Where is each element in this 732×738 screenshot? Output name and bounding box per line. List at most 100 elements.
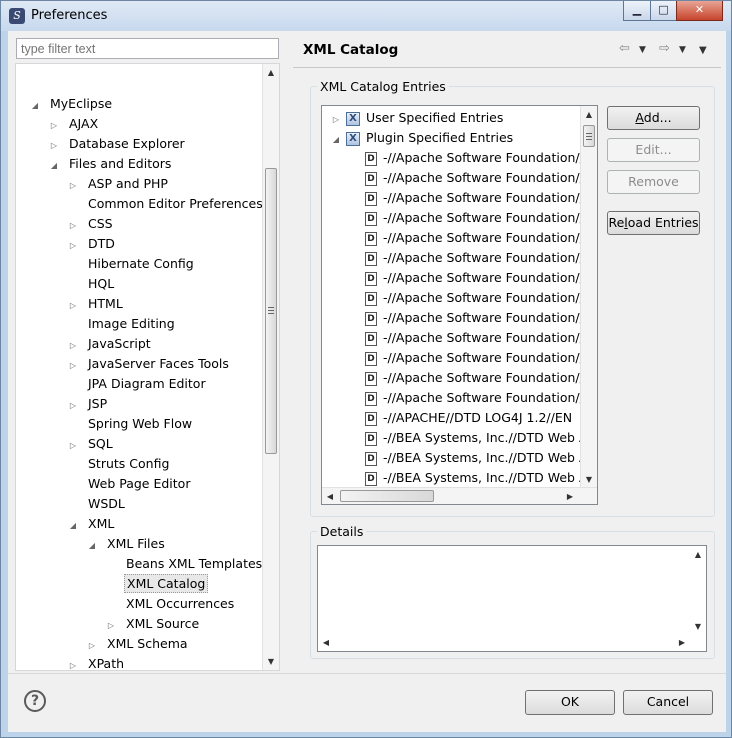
tree-item[interactable]: ▷ JavaScript	[67, 334, 153, 354]
tree-item[interactable]: Spring Web Flow	[67, 414, 194, 434]
cancel-button[interactable]: Cancel	[623, 690, 713, 715]
collapsed-arrow-icon[interactable]: ▷	[67, 396, 79, 416]
add-button[interactable]: Add...	[607, 106, 700, 130]
scroll-down-icon[interactable]: ▼	[581, 471, 597, 488]
catalog-entry[interactable]: D -//Apache Software Foundation//D	[365, 288, 593, 308]
collapsed-arrow-icon[interactable]: ▷	[330, 110, 342, 130]
collapsed-arrow-icon[interactable]: ▷	[67, 656, 79, 670]
collapsed-arrow-icon[interactable]: ▷	[67, 176, 79, 196]
catalog-entry[interactable]: D -//Apache Software Foundation//D	[365, 248, 593, 268]
catalog-entry[interactable]: D -//Apache Software Foundation//D	[365, 348, 593, 368]
tree-item[interactable]: ▷ JSP	[67, 394, 109, 414]
collapsed-arrow-icon[interactable]: ▷	[67, 336, 79, 356]
catalog-entry[interactable]: D -//Apache Software Foundation//D	[365, 328, 593, 348]
tree-item[interactable]: ▷ ASP and PHP	[67, 174, 170, 194]
catalog-entry[interactable]: D -//APACHE//DTD LOG4J 1.2//EN	[365, 408, 572, 428]
catalog-vertical-scrollbar[interactable]: ▲ ▼	[580, 106, 597, 488]
tree-item[interactable]: WSDL	[67, 494, 127, 514]
collapsed-arrow-icon[interactable]: ▷	[105, 616, 117, 636]
tree-item[interactable]: Image Editing	[67, 314, 177, 334]
tree-item[interactable]: ▷ XML Schema	[86, 634, 190, 654]
collapsed-arrow-icon[interactable]: ▷	[67, 296, 79, 316]
remove-button[interactable]: Remove	[607, 170, 700, 194]
catalog-entry[interactable]: D -//BEA Systems, Inc.//DTD Web A	[365, 468, 588, 488]
help-icon[interactable]: ?	[24, 690, 46, 712]
catalog-entry[interactable]: D -//BEA Systems, Inc.//DTD Web A	[365, 428, 588, 448]
tree-item[interactable]: ◢ XML	[67, 514, 116, 534]
tree-item[interactable]: ▷ HTML	[67, 294, 125, 314]
scroll-thumb[interactable]	[340, 490, 434, 502]
tree-item[interactable]: ◢ MyEclipse	[29, 94, 114, 114]
tree-vertical-scrollbar[interactable]: ▲ ▼	[262, 64, 279, 670]
preference-tree[interactable]: ◢ MyEclipse ▷ AJAX ▷ Database Explorer ◢ Files …	[15, 63, 280, 671]
catalog-horizontal-scrollbar[interactable]: ◀ ▶	[322, 487, 597, 504]
scroll-down-icon[interactable]: ▼	[263, 653, 279, 670]
back-arrow-icon[interactable]: ⇦	[619, 41, 630, 56]
tree-item[interactable]: ▷ XML Source	[105, 614, 201, 634]
scroll-right-icon[interactable]: ▶	[674, 634, 690, 651]
tree-item[interactable]: ▷ CSS	[67, 214, 115, 234]
catalog-entries-tree[interactable]: ▷ X User Specified Entries ◢ X Plugin Specifi…	[321, 105, 598, 505]
tree-item[interactable]: ▷ XPath	[67, 654, 126, 670]
filter-input[interactable]	[16, 38, 279, 59]
tree-item[interactable]: Web Page Editor	[67, 474, 192, 494]
collapsed-arrow-icon[interactable]: ▷	[48, 116, 60, 136]
catalog-entry[interactable]: D -//Apache Software Foundation//D	[365, 268, 593, 288]
close-button[interactable]: ✕	[676, 1, 723, 21]
details-text-area[interactable]: ▲ ▼ ◀ ▶	[317, 545, 707, 652]
tree-item[interactable]: ◢ Files and Editors	[48, 154, 173, 174]
catalog-category[interactable]: ◢ X Plugin Specified Entries	[330, 128, 513, 148]
tree-item[interactable]: ◢ XML Files	[86, 534, 167, 554]
expanded-arrow-icon[interactable]: ◢	[330, 130, 342, 150]
catalog-entry[interactable]: D -//Apache Software Foundation//D	[365, 168, 593, 188]
tree-item[interactable]: ▷ AJAX	[48, 114, 100, 134]
expanded-arrow-icon[interactable]: ◢	[48, 156, 60, 176]
tree-item[interactable]: Beans XML Templates	[105, 554, 264, 574]
scroll-up-icon[interactable]: ▲	[690, 546, 706, 563]
minimize-button[interactable]: ▁	[623, 1, 651, 21]
scroll-right-icon[interactable]: ▶	[562, 488, 578, 504]
tree-item[interactable]: ▷ SQL	[67, 434, 115, 454]
scroll-left-icon[interactable]: ◀	[318, 634, 334, 651]
maximize-button[interactable]: □	[650, 1, 677, 21]
scroll-thumb[interactable]	[265, 168, 277, 454]
tree-item[interactable]: XML Catalog	[105, 574, 209, 594]
catalog-category[interactable]: ▷ X User Specified Entries	[330, 108, 503, 128]
collapsed-arrow-icon[interactable]: ▷	[67, 356, 79, 376]
catalog-entry[interactable]: D -//Apache Software Foundation//D	[365, 188, 593, 208]
scroll-left-icon[interactable]: ◀	[322, 488, 338, 504]
tree-item[interactable]: Hibernate Config	[67, 254, 196, 274]
ok-button[interactable]: OK	[525, 690, 615, 715]
scroll-down-icon[interactable]: ▼	[690, 618, 706, 635]
forward-arrow-icon[interactable]: ⇨	[659, 41, 670, 56]
collapsed-arrow-icon[interactable]: ▷	[67, 216, 79, 236]
title-bar[interactable]: S Preferences ▁ □ ✕	[1, 1, 731, 31]
expanded-arrow-icon[interactable]: ◢	[29, 96, 41, 116]
catalog-entry[interactable]: D -//Apache Software Foundation//D	[365, 388, 593, 408]
view-menu-icon[interactable]: ▼	[699, 45, 707, 56]
collapsed-arrow-icon[interactable]: ▷	[48, 136, 60, 156]
collapsed-arrow-icon[interactable]: ▷	[67, 236, 79, 256]
tree-item[interactable]: Struts Config	[67, 454, 171, 474]
tree-item[interactable]: ▷ JavaServer Faces Tools	[67, 354, 231, 374]
reload-entries-button[interactable]: Reload Entries	[607, 211, 700, 235]
tree-item[interactable]: XML Occurrences	[105, 594, 236, 614]
scroll-up-icon[interactable]: ▲	[581, 106, 597, 123]
catalog-entry[interactable]: D -//Apache Software Foundation//D	[365, 148, 593, 168]
collapsed-arrow-icon[interactable]: ▷	[67, 436, 79, 456]
expanded-arrow-icon[interactable]: ◢	[67, 516, 79, 536]
catalog-entry[interactable]: D -//Apache Software Foundation//D	[365, 228, 593, 248]
forward-history-dropdown-icon[interactable]: ▼	[679, 45, 686, 55]
edit-button[interactable]: Edit...	[607, 138, 700, 162]
catalog-entry[interactable]: D -//Apache Software Foundation//D	[365, 308, 593, 328]
scroll-up-icon[interactable]: ▲	[263, 64, 279, 81]
catalog-entry[interactable]: D -//BEA Systems, Inc.//DTD Web A	[365, 448, 588, 468]
tree-item[interactable]: ▷ DTD	[67, 234, 117, 254]
catalog-entry[interactable]: D -//Apache Software Foundation//D	[365, 208, 593, 228]
tree-item[interactable]: HQL	[67, 274, 116, 294]
collapsed-arrow-icon[interactable]: ▷	[86, 636, 98, 656]
tree-item[interactable]: Common Editor Preferences	[67, 194, 265, 214]
catalog-entry[interactable]: D -//Apache Software Foundation//D	[365, 368, 593, 388]
tree-item[interactable]: JPA Diagram Editor	[67, 374, 208, 394]
expanded-arrow-icon[interactable]: ◢	[86, 536, 98, 556]
